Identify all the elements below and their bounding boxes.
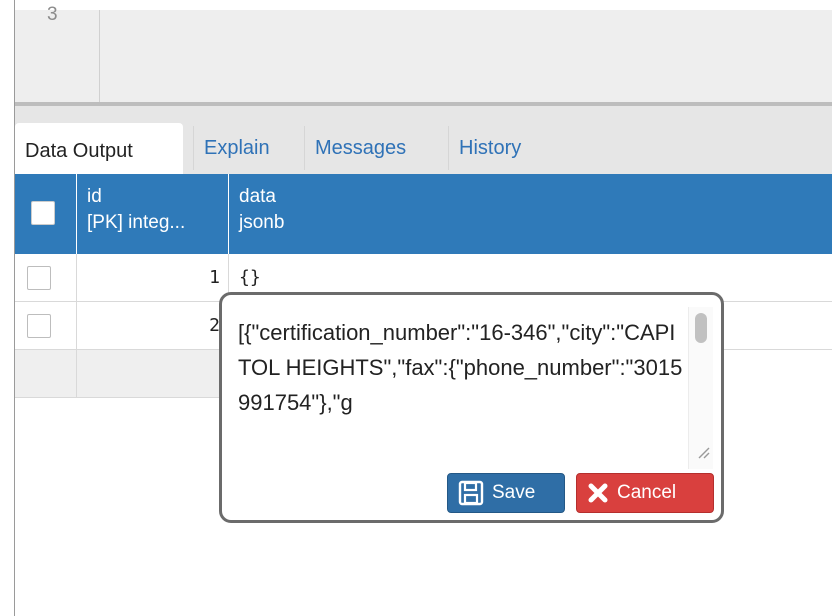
pgadmin-query-window: 3 Data Output Explain Messages History i… bbox=[0, 0, 832, 616]
left-border bbox=[0, 0, 15, 616]
output-tabbar: Data Output Explain Messages History bbox=[15, 106, 832, 174]
column-type: jsonb bbox=[239, 212, 285, 233]
column-header-id[interactable]: id [PK] integ... bbox=[77, 174, 229, 254]
floppy-disk-icon bbox=[458, 480, 484, 506]
grid-header: id [PK] integ... data jsonb bbox=[15, 174, 832, 254]
select-all-cell bbox=[15, 174, 77, 254]
tab-explain[interactable]: Explain bbox=[193, 126, 295, 170]
cancel-label: Cancel bbox=[617, 482, 677, 503]
save-button[interactable]: Save bbox=[447, 473, 565, 513]
column-header-data[interactable]: data jsonb bbox=[229, 174, 832, 254]
column-name: data bbox=[239, 186, 276, 207]
row-select-cell bbox=[15, 302, 77, 349]
save-label: Save bbox=[492, 482, 536, 503]
row-checkbox[interactable] bbox=[27, 314, 51, 338]
cancel-button[interactable]: Cancel bbox=[576, 473, 714, 513]
row-select-cell bbox=[15, 254, 77, 301]
row-select-cell bbox=[15, 350, 77, 397]
tab-messages[interactable]: Messages bbox=[304, 126, 438, 170]
tab-data-output[interactable]: Data Output bbox=[15, 123, 183, 174]
resize-handle-icon[interactable] bbox=[694, 445, 712, 463]
cell-id[interactable]: 2 bbox=[77, 302, 229, 349]
column-type: [PK] integ... bbox=[87, 212, 186, 233]
new-row[interactable] bbox=[15, 350, 229, 398]
json-editor-textarea[interactable]: [{"certification_number":"16-346","city"… bbox=[238, 315, 683, 465]
sql-editor[interactable]: 3 bbox=[15, 4, 832, 103]
popup-scrollbar-thumb[interactable] bbox=[695, 313, 707, 343]
tab-history[interactable]: History bbox=[448, 126, 556, 170]
row-checkbox[interactable] bbox=[27, 266, 51, 290]
editor-gutter: 3 bbox=[15, 4, 100, 102]
select-all-checkbox[interactable] bbox=[31, 201, 55, 225]
json-editor-popup: [{"certification_number":"16-346","city"… bbox=[219, 292, 724, 523]
cell-id[interactable]: 1 bbox=[77, 254, 229, 301]
line-number: 3 bbox=[47, 4, 58, 25]
x-icon bbox=[587, 482, 609, 504]
column-name: id bbox=[87, 186, 102, 207]
